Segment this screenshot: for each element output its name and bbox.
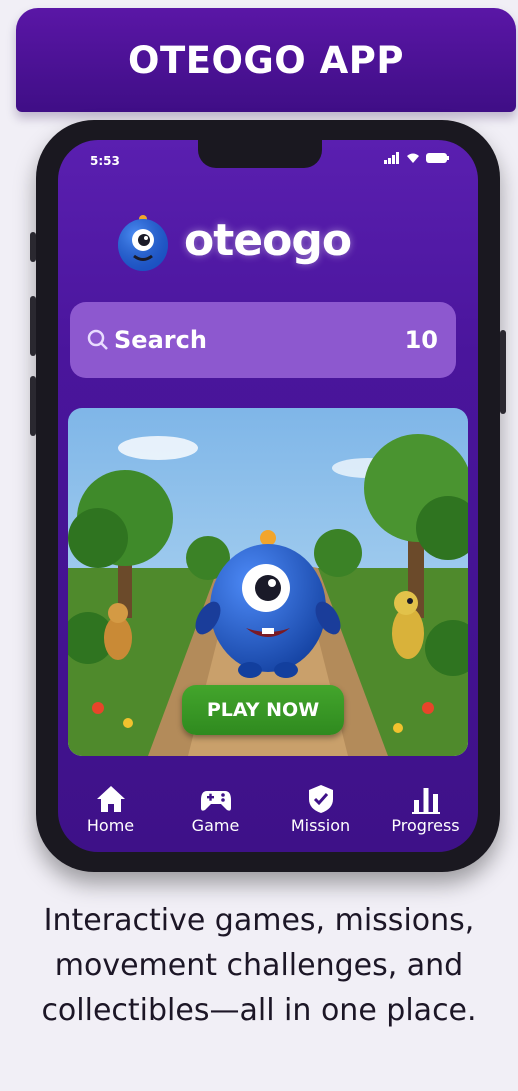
gamepad-icon bbox=[200, 791, 231, 811]
progress-icon bbox=[411, 788, 440, 814]
wifi-icon bbox=[407, 153, 419, 163]
phone-mockup: 5:53 oteogo Search 10 PLAY NOW Home Game… bbox=[30, 120, 506, 872]
search-placeholder: Search bbox=[114, 326, 207, 354]
title-banner: OTEOGO APP bbox=[16, 8, 516, 112]
nav-item-progress[interactable]: Progress bbox=[373, 768, 478, 852]
nav-label-progress: Progress bbox=[391, 816, 460, 835]
status-time: 5:53 bbox=[90, 154, 120, 168]
game-hero-card[interactable]: PLAY NOW bbox=[68, 408, 468, 756]
bottom-nav: Home Game Mission Progress bbox=[58, 768, 478, 852]
home-icon bbox=[96, 786, 125, 812]
phone-power-button bbox=[500, 330, 506, 414]
nav-item-game[interactable]: Game bbox=[163, 768, 268, 852]
feature-caption: Interactive games, missions, movement ch… bbox=[41, 903, 477, 1028]
mascot-logo-icon bbox=[118, 215, 168, 271]
phone-side-button bbox=[30, 232, 36, 262]
banner-title: OTEOGO APP bbox=[128, 38, 404, 82]
brand-name: oteogo bbox=[184, 214, 352, 266]
phone-volume-up bbox=[30, 296, 36, 356]
phone-volume-down bbox=[30, 376, 36, 436]
nav-label-home: Home bbox=[86, 816, 135, 835]
search-count: 10 bbox=[404, 326, 438, 354]
play-now-button[interactable]: PLAY NOW bbox=[182, 685, 344, 735]
app-logo: oteogo bbox=[110, 200, 352, 280]
nav-label-game: Game bbox=[191, 816, 240, 835]
phone-screen: 5:53 oteogo Search 10 PLAY NOW Home Game… bbox=[58, 140, 478, 852]
nav-label-mission: Mission bbox=[290, 816, 351, 835]
phone-notch bbox=[198, 140, 322, 168]
status-icons bbox=[384, 152, 450, 164]
search-bar[interactable]: Search 10 bbox=[70, 302, 456, 378]
signal-icon bbox=[384, 152, 399, 164]
mission-icon bbox=[308, 785, 333, 813]
nav-item-home[interactable]: Home bbox=[58, 768, 163, 852]
nav-item-mission[interactable]: Mission bbox=[268, 768, 373, 852]
battery-icon bbox=[426, 153, 449, 163]
search-icon bbox=[87, 329, 108, 350]
